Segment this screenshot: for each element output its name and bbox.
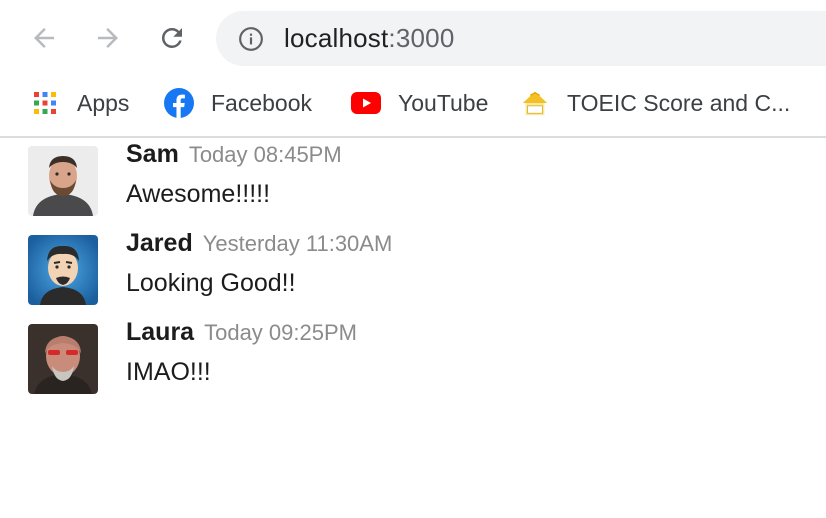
- avatar[interactable]: [28, 146, 98, 216]
- bookmark-apps[interactable]: Apps: [30, 86, 129, 120]
- message-header: Laura Today 09:25PM: [126, 318, 357, 347]
- message-author[interactable]: Laura: [126, 318, 194, 346]
- url-text: localhost:3000: [284, 23, 455, 53]
- bookmark-label: YouTube: [398, 89, 489, 116]
- message-timestamp: Yesterday 11:30AM: [202, 231, 393, 256]
- avatar-sam-image: [28, 146, 98, 216]
- reload-button[interactable]: [154, 20, 190, 56]
- arrow-left-icon: [34, 28, 54, 48]
- bookmark-label: Facebook: [211, 89, 313, 116]
- back-button[interactable]: [26, 20, 62, 56]
- bookmark-label: Apps: [77, 89, 130, 116]
- bookmark-label: TOEIC Score and C...: [567, 89, 791, 116]
- avatar-laura-image: [28, 324, 98, 394]
- bookmark-youtube[interactable]: YouTube: [351, 86, 488, 120]
- info-icon[interactable]: [238, 26, 264, 52]
- message-header: Jared Yesterday 11:30AM: [126, 229, 392, 258]
- message-text: Looking Good!!: [126, 269, 296, 297]
- message-timestamp: Today 08:45PM: [188, 142, 342, 167]
- url-port: :3000: [388, 23, 455, 53]
- message-author[interactable]: Jared: [126, 229, 193, 257]
- facebook-icon: [164, 88, 194, 118]
- toeic-icon: [520, 88, 550, 118]
- message-author[interactable]: Sam: [126, 140, 179, 168]
- message-text: IMAO!!!: [126, 358, 211, 386]
- message-timestamp: Today 09:25PM: [204, 320, 357, 345]
- message-item: Sam Today 08:45PM Awesome!!!!!: [28, 138, 788, 216]
- forward-button[interactable]: [90, 20, 126, 56]
- message-item: Laura Today 09:25PM IMAO!!!: [28, 316, 788, 394]
- browser-toolbar: localhost:3000: [0, 0, 826, 78]
- bookmark-facebook[interactable]: Facebook: [164, 86, 312, 120]
- arrow-right-icon: [98, 28, 118, 48]
- avatar[interactable]: [28, 324, 98, 394]
- apps-grid-icon: [30, 88, 60, 118]
- address-bar[interactable]: localhost:3000: [216, 11, 826, 66]
- reload-icon: [161, 27, 182, 48]
- url-host: localhost: [284, 23, 389, 53]
- message-text: Awesome!!!!!: [126, 180, 271, 208]
- bookmarks-bar: Apps Facebook YouTube TOEIC Score and C.…: [0, 78, 826, 138]
- avatar[interactable]: [28, 235, 98, 305]
- avatar-jared-image: [28, 235, 98, 305]
- bookmark-toeic[interactable]: TOEIC Score and C...: [520, 86, 790, 120]
- message-item: Jared Yesterday 11:30AM Looking Good!!: [28, 227, 788, 305]
- youtube-icon: [351, 88, 381, 118]
- message-header: Sam Today 08:45PM: [126, 140, 342, 169]
